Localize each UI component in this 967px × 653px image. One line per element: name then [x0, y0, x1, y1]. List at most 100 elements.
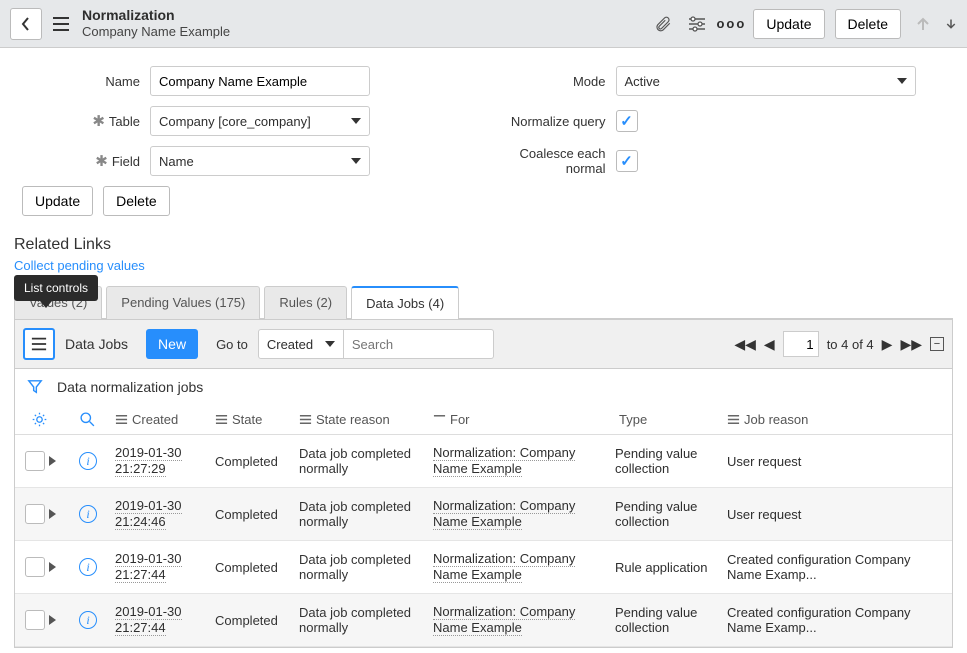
list-search-input[interactable]: [344, 329, 494, 359]
table-select[interactable]: Company [core_company]: [150, 106, 370, 136]
info-icon: i: [86, 507, 89, 522]
list-controls-button[interactable]: [23, 328, 55, 360]
name-label: Name: [18, 74, 150, 89]
cell-type: Rule application: [615, 560, 727, 575]
ellipsis-icon: ooo: [716, 16, 746, 31]
field-select[interactable]: Name: [150, 146, 370, 176]
caret-down-icon: [325, 341, 335, 347]
funnel-icon: [27, 379, 43, 395]
list-header-row: Created State State reason For Type Job …: [15, 405, 952, 435]
more-actions-button[interactable]: ooo: [719, 12, 743, 36]
column-menu-icon[interactable]: [727, 413, 740, 426]
cell-job-reason: User request: [727, 454, 927, 469]
pager-last-button[interactable]: ▶▶: [900, 336, 922, 353]
row-checkbox[interactable]: [25, 557, 45, 577]
cell-state: Completed: [215, 613, 299, 628]
hamburger-icon: [52, 15, 70, 33]
column-state[interactable]: State: [232, 412, 262, 427]
chevron-left-icon: [20, 17, 32, 31]
goto-label: Go to: [216, 337, 248, 352]
nav-down-button[interactable]: [945, 12, 957, 36]
info-button[interactable]: i: [79, 505, 97, 523]
page-header: Normalization Company Name Example ooo U…: [0, 0, 967, 48]
pager-next-button[interactable]: ▶: [882, 336, 893, 353]
collect-pending-link[interactable]: Collect pending values: [14, 258, 145, 273]
tab-pending-values[interactable]: Pending Values (175): [106, 286, 260, 319]
list-description: Data normalization jobs: [57, 379, 203, 395]
tabs-container: List controls Values (2) Pending Values …: [0, 285, 967, 319]
form-update-button[interactable]: Update: [22, 186, 93, 216]
name-input[interactable]: [150, 66, 370, 96]
context-menu-button[interactable]: [50, 15, 72, 33]
cell-state-reason: Data job completed normally: [299, 446, 433, 476]
column-menu-icon[interactable]: [433, 413, 446, 426]
row-expand-button[interactable]: [49, 615, 56, 625]
pager-first-button[interactable]: ◀◀: [734, 336, 756, 353]
field-value: Name: [159, 154, 194, 169]
header-title: Normalization: [82, 7, 651, 24]
settings-slider-button[interactable]: [685, 12, 709, 36]
cell-for[interactable]: Normalization: CompanyName Example: [433, 604, 615, 636]
coalesce-checkbox[interactable]: ✓: [616, 150, 638, 172]
cell-created[interactable]: 2019-01-3021:27:44: [115, 551, 215, 583]
row-expand-button[interactable]: [49, 509, 56, 519]
filter-ny[interactable]: [27, 379, 43, 395]
cell-state: Completed: [215, 454, 299, 469]
attachment-button[interactable]: [651, 12, 675, 36]
column-for[interactable]: For: [450, 412, 470, 427]
info-button[interactable]: i: [79, 611, 97, 629]
cell-created[interactable]: 2019-01-3021:27:44: [115, 604, 215, 636]
page-range-text: to 4 of 4: [827, 337, 874, 352]
collapse-button[interactable]: −: [930, 337, 944, 351]
cell-for[interactable]: Normalization: CompanyName Example: [433, 498, 615, 530]
table-value: Company [core_company]: [159, 114, 311, 129]
pager-prev-button[interactable]: ◀: [764, 336, 775, 353]
new-button[interactable]: New: [146, 329, 198, 359]
goto-select[interactable]: Created: [258, 329, 344, 359]
cell-for[interactable]: Normalization: CompanyName Example: [433, 445, 615, 477]
row-expand-button[interactable]: [49, 562, 56, 572]
back-button[interactable]: [10, 8, 42, 40]
check-icon: ✓: [620, 112, 633, 130]
column-job-reason[interactable]: Job reason: [744, 412, 808, 427]
info-icon: i: [86, 613, 89, 628]
info-button[interactable]: i: [79, 452, 97, 470]
table-row: i 2019-01-3021:24:46 Completed Data job …: [15, 488, 952, 541]
cell-for[interactable]: Normalization: CompanyName Example: [433, 551, 615, 583]
row-expand-button[interactable]: [49, 456, 56, 466]
normalize-checkbox[interactable]: ✓: [616, 110, 638, 132]
row-checkbox[interactable]: [25, 504, 45, 524]
cell-job-reason: Created configuration Company Name Examp…: [727, 605, 927, 635]
column-created[interactable]: Created: [132, 412, 178, 427]
search-column-button[interactable]: [59, 411, 115, 428]
info-button[interactable]: i: [79, 558, 97, 576]
header-update-button[interactable]: Update: [753, 9, 824, 39]
form-delete-button[interactable]: Delete: [103, 186, 169, 216]
cell-created[interactable]: 2019-01-3021:27:29: [115, 445, 215, 477]
tab-data-jobs[interactable]: Data Jobs (4): [351, 286, 459, 319]
tab-rules[interactable]: Rules (2): [264, 286, 347, 319]
column-menu-icon[interactable]: [115, 413, 128, 426]
header-delete-button[interactable]: Delete: [835, 9, 901, 39]
column-menu-icon[interactable]: [215, 413, 228, 426]
coalesce-label: Coalesce each normal: [484, 146, 616, 176]
cell-created[interactable]: 2019-01-3021:24:46: [115, 498, 215, 530]
table-row: i 2019-01-3021:27:44 Completed Data job …: [15, 541, 952, 594]
table-row: i 2019-01-3021:27:44 Completed Data job …: [15, 594, 952, 647]
table-row: i 2019-01-3021:27:29 Completed Data job …: [15, 435, 952, 488]
personalize-button[interactable]: [19, 411, 59, 428]
mode-select[interactable]: Active: [616, 66, 916, 96]
row-checkbox[interactable]: [25, 610, 45, 630]
column-menu-icon[interactable]: [299, 413, 312, 426]
nav-up-button[interactable]: [911, 12, 935, 36]
page-number-input[interactable]: [783, 331, 819, 357]
info-icon: i: [86, 454, 89, 469]
column-type[interactable]: Type: [619, 412, 647, 427]
row-checkbox[interactable]: [25, 451, 45, 471]
cell-type: Pending value collection: [615, 605, 727, 635]
cell-job-reason: Created configuration Company Name Examp…: [727, 552, 927, 582]
column-state-reason[interactable]: State reason: [316, 412, 390, 427]
list-title: Data Jobs: [65, 336, 128, 352]
caret-down-icon: [351, 118, 361, 124]
caret-down-icon: [351, 158, 361, 164]
